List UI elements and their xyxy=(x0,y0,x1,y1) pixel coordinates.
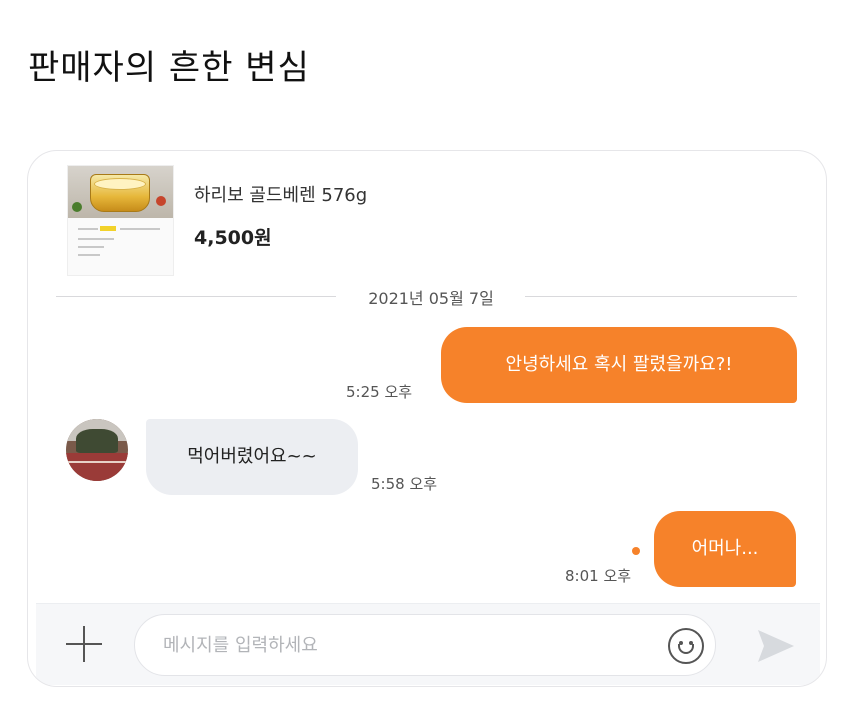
product-name: 하리보 골드베렌 576g xyxy=(194,185,368,206)
thumbnail-line xyxy=(78,228,98,230)
message-timestamp: 5:58 오후 xyxy=(371,475,438,493)
message-text: 안녕하세요 혹시 팔렸을까요?! xyxy=(505,354,733,375)
unread-indicator xyxy=(632,547,640,555)
avatar-tree xyxy=(76,429,118,453)
avatar-ground xyxy=(66,453,128,481)
message-timestamp: 5:25 오후 xyxy=(346,383,413,401)
thumbnail-line xyxy=(78,246,104,248)
thumbnail-line xyxy=(78,238,114,240)
send-icon[interactable] xyxy=(754,626,798,666)
leaf-shape xyxy=(156,196,166,206)
avatar[interactable] xyxy=(66,419,128,481)
product-header[interactable]: 하리보 골드베렌 576g 4,500원 xyxy=(54,165,814,276)
outgoing-message-bubble[interactable]: 안녕하세요 혹시 팔렸을까요?! xyxy=(441,327,797,403)
post-title: 판매자의 흔한 변심 xyxy=(28,48,310,88)
haribo-tub-icon[interactable] xyxy=(67,165,174,276)
message-input[interactable] xyxy=(134,614,716,676)
composer-bar xyxy=(36,603,820,685)
message-timestamp: 8:01 오후 xyxy=(565,567,632,585)
emoji-icon[interactable] xyxy=(668,628,704,664)
chat-window: 하리보 골드베렌 576g 4,500원 2021년 05월 7일 안녕하세요 … xyxy=(27,150,827,687)
emoji-mouth xyxy=(678,644,694,654)
incoming-message-bubble[interactable]: 먹어버렸어요~~ xyxy=(146,419,358,495)
divider xyxy=(525,296,797,297)
tub-lid-shape xyxy=(94,178,146,190)
plus-icon[interactable] xyxy=(64,624,104,664)
date-separator: 2021년 05월 7일 xyxy=(28,283,826,309)
thumbnail-line xyxy=(120,228,160,230)
plus-icon-vertical xyxy=(83,626,85,662)
message-text: 먹어버렸어요~~ xyxy=(187,446,317,467)
thumbnail-line xyxy=(78,254,100,256)
product-price: 4,500원 xyxy=(194,227,272,249)
avatar-stripe xyxy=(66,461,128,463)
date-label: 2021년 05월 7일 xyxy=(368,289,494,308)
outgoing-message-bubble[interactable]: 어머나... xyxy=(654,511,796,587)
message-text: 어머나... xyxy=(691,538,759,559)
thumbnail-badge xyxy=(100,226,116,231)
divider xyxy=(56,296,336,297)
leaf-shape xyxy=(72,202,82,212)
